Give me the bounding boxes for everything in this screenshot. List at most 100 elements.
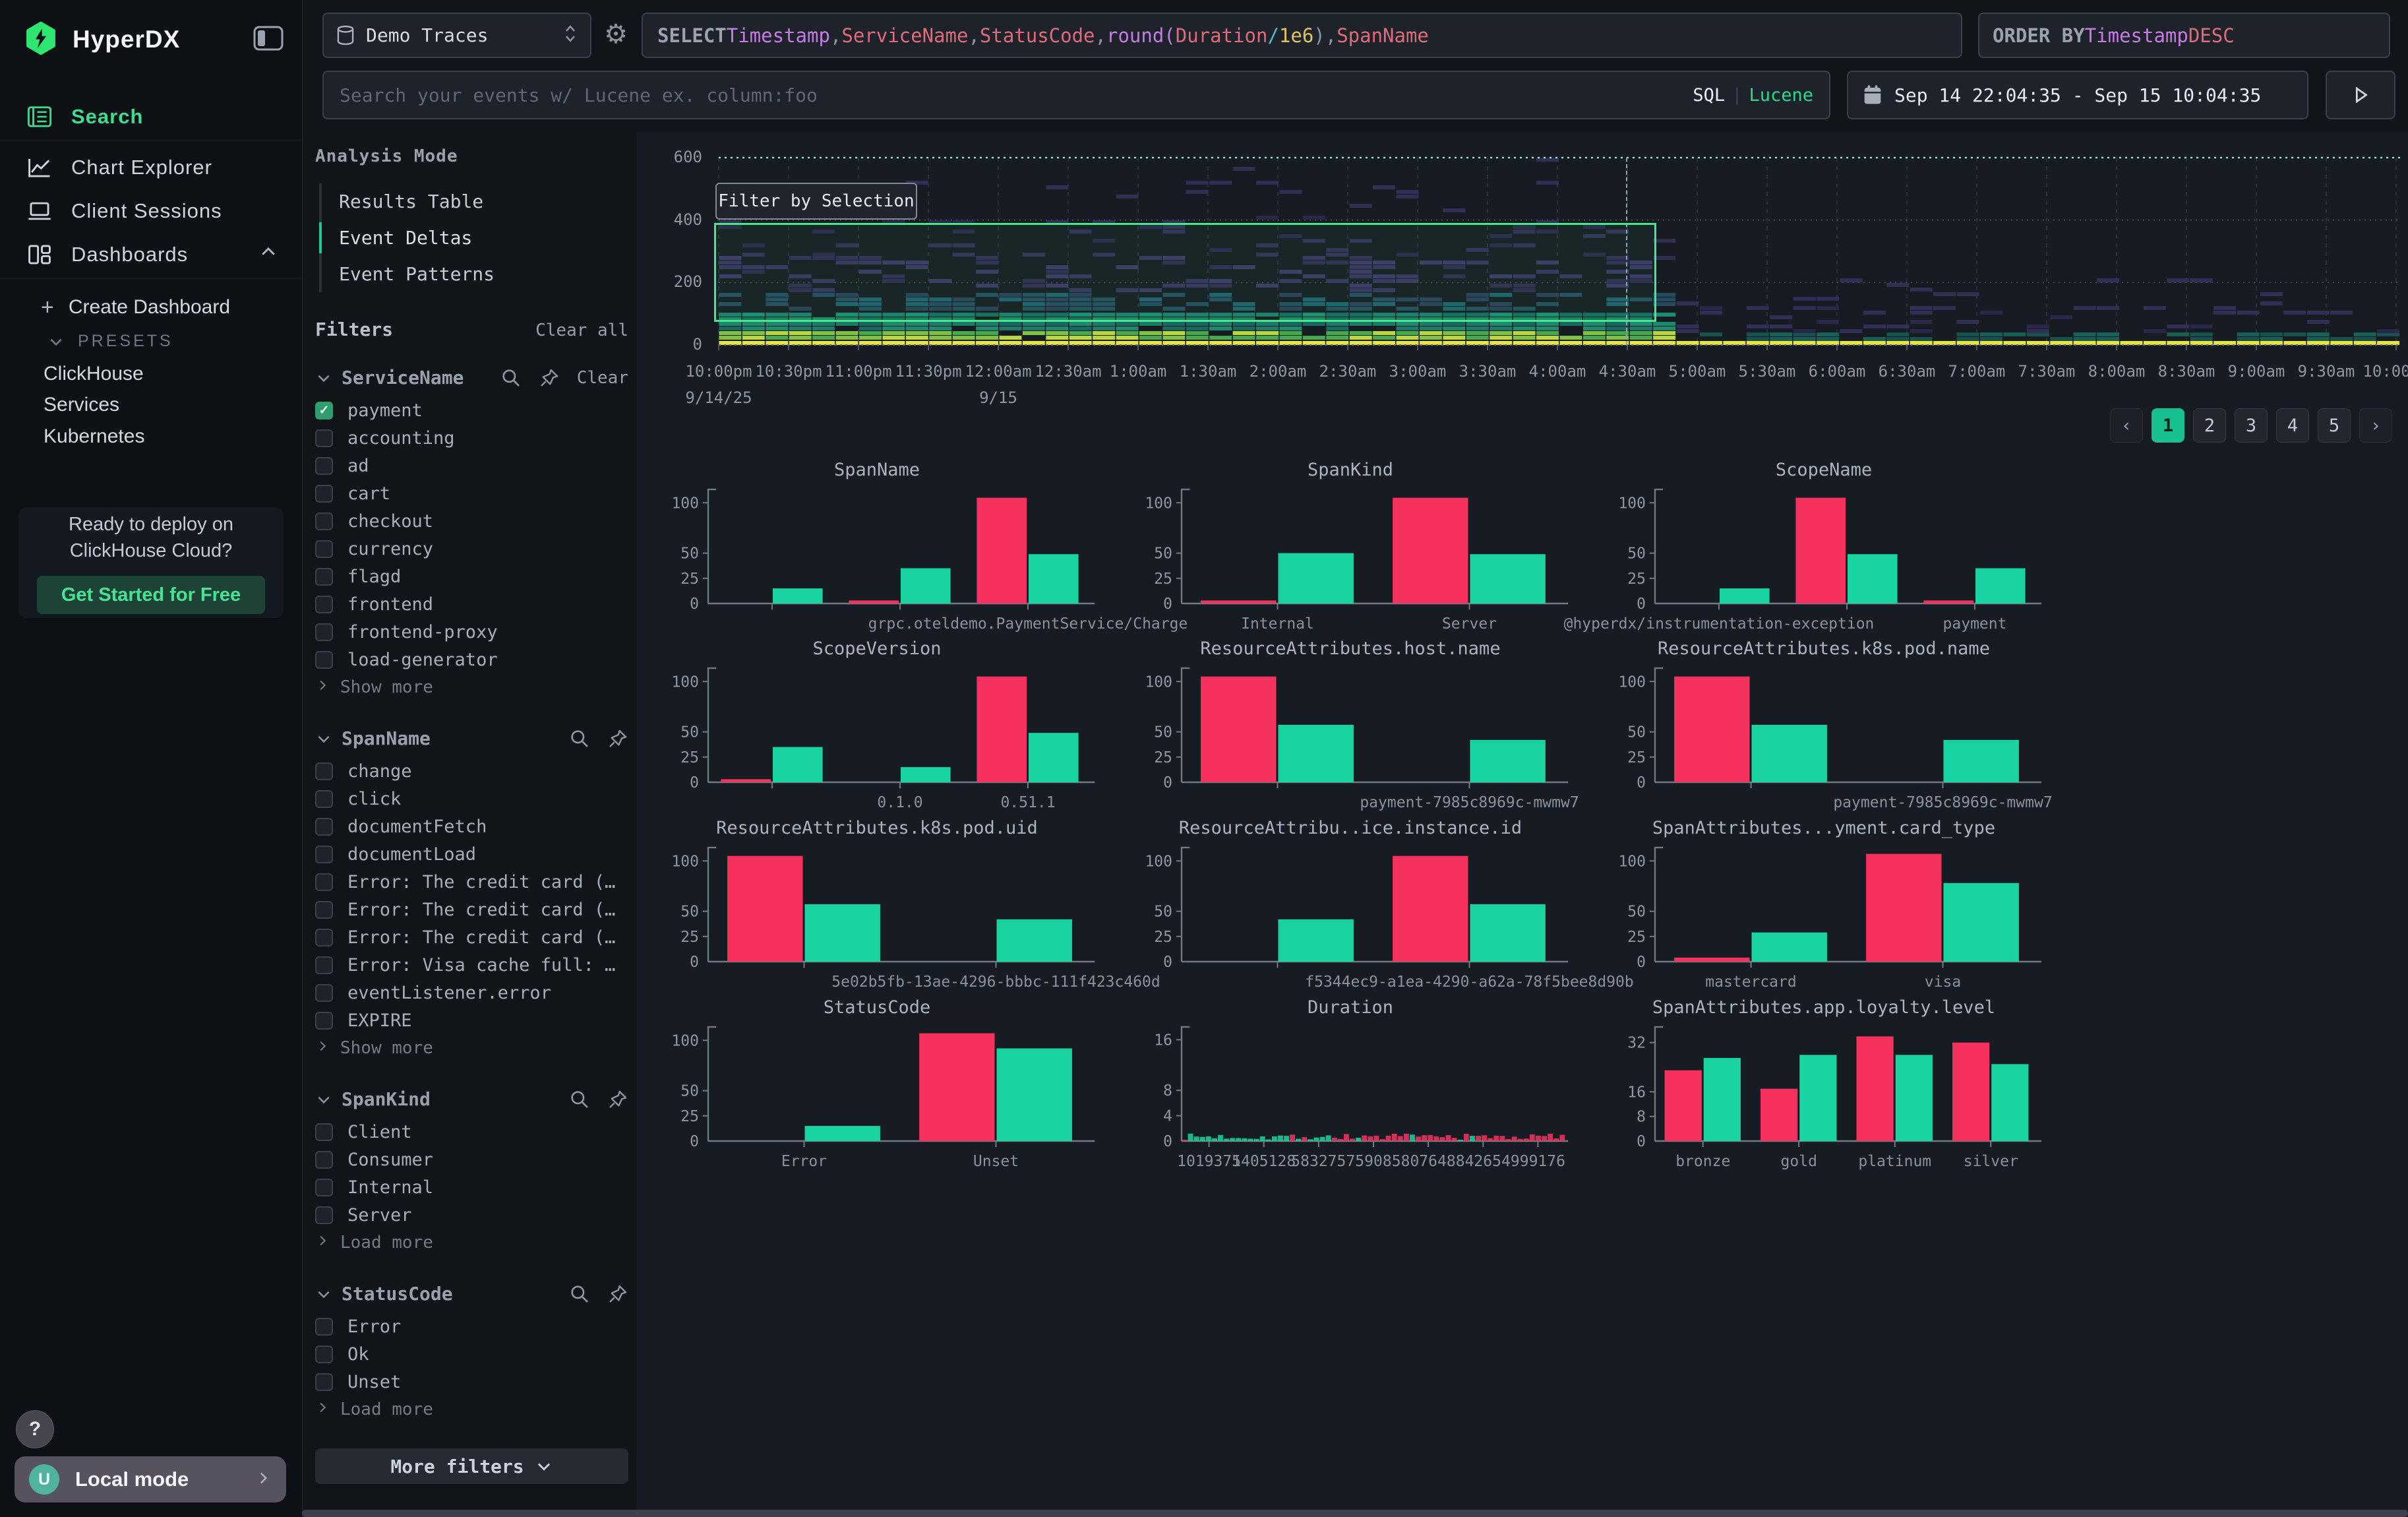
- filter-option-documentfetch[interactable]: documentFetch: [315, 813, 628, 840]
- chart-plot[interactable]: 02550100payment-7985c8969c-mwmw7: [1606, 665, 2041, 814]
- analysis-mode-event-patterns[interactable]: Event Patterns: [322, 256, 628, 292]
- filter-option-error-the-credit-card-[interactable]: Error: The credit card (…: [315, 896, 628, 923]
- checkbox-unchecked[interactable]: [315, 651, 333, 669]
- more-filters-button[interactable]: More filters: [315, 1448, 628, 1484]
- checkbox-unchecked[interactable]: [315, 540, 333, 558]
- checkbox-unchecked[interactable]: [315, 846, 333, 863]
- chart-plot[interactable]: 025501005e02b5fb-13ae-4296-bbbc-111f423c…: [659, 844, 1095, 993]
- checkbox-unchecked[interactable]: [315, 568, 333, 586]
- filter-option-error[interactable]: Error: [315, 1313, 628, 1340]
- pagination-page-3[interactable]: 3: [2235, 408, 2268, 443]
- chevron-down-icon[interactable]: [315, 369, 332, 387]
- run-query-button[interactable]: [2326, 71, 2395, 119]
- sidebar-collapse-icon[interactable]: [253, 26, 284, 54]
- show-more-button[interactable]: Show more: [315, 1034, 628, 1062]
- filter-option-checkout[interactable]: checkout: [315, 507, 628, 535]
- filter-option-unset[interactable]: Unset: [315, 1368, 628, 1396]
- search-icon[interactable]: [569, 1089, 590, 1110]
- clear-filter-button[interactable]: Clear: [577, 368, 628, 388]
- load-more-button[interactable]: Load more: [315, 1229, 628, 1256]
- filter-option-cart[interactable]: cart: [315, 480, 628, 507]
- chevron-down-icon[interactable]: [315, 1091, 332, 1108]
- chart-plot[interactable]: 02550100mastercardvisa: [1606, 844, 2041, 993]
- sidebar-preset-kubernetes[interactable]: Kubernetes: [0, 421, 346, 452]
- checkbox-unchecked[interactable]: [315, 1373, 333, 1391]
- analysis-mode-event-deltas[interactable]: Event Deltas: [322, 220, 628, 256]
- filter-option-flagd[interactable]: flagd: [315, 563, 628, 590]
- filter-option-currency[interactable]: currency: [315, 535, 628, 563]
- filter-option-client[interactable]: Client: [315, 1118, 628, 1146]
- filter-option-ok[interactable]: Ok: [315, 1340, 628, 1368]
- checkbox-unchecked[interactable]: [315, 901, 333, 919]
- pin-icon[interactable]: [607, 1089, 628, 1110]
- checkbox-unchecked[interactable]: [315, 929, 333, 946]
- sidebar-item-chart-explorer[interactable]: Chart Explorer: [0, 148, 302, 187]
- source-select[interactable]: Demo Traces: [322, 13, 591, 58]
- checkbox-unchecked[interactable]: [315, 1151, 333, 1169]
- pagination-next-button[interactable]: ›: [2359, 408, 2392, 443]
- checkbox-unchecked[interactable]: [315, 429, 333, 447]
- search-icon[interactable]: [500, 367, 522, 388]
- filter-option-server[interactable]: Server: [315, 1201, 628, 1229]
- filter-option-error-the-credit-card-[interactable]: Error: The credit card (…: [315, 868, 628, 896]
- chart-plot[interactable]: 02550100payment-7985c8969c-mwmw7: [1133, 665, 1568, 814]
- filter-option-ad[interactable]: ad: [315, 452, 628, 480]
- filter-option-internal[interactable]: Internal: [315, 1173, 628, 1201]
- sidebar-item-client-sessions[interactable]: Client Sessions: [0, 192, 302, 230]
- language-sql-option[interactable]: SQL: [1693, 85, 1725, 106]
- checkbox-unchecked[interactable]: [315, 596, 333, 613]
- sidebar-item-search[interactable]: Search: [0, 98, 302, 136]
- pagination-page-2[interactable]: 2: [2193, 408, 2226, 443]
- pagination-page-5[interactable]: 5: [2318, 408, 2351, 443]
- checkbox-unchecked[interactable]: [315, 1346, 333, 1363]
- get-started-button[interactable]: Get Started for Free: [37, 576, 265, 614]
- language-lucene-option[interactable]: Lucene: [1749, 85, 1813, 106]
- checkbox-checked[interactable]: ✓: [315, 402, 333, 419]
- pin-icon[interactable]: [539, 367, 560, 388]
- checkbox-unchecked[interactable]: [315, 1123, 333, 1141]
- checkbox-unchecked[interactable]: [315, 623, 333, 641]
- chart-plot[interactable]: 02550100ErrorUnset: [659, 1024, 1095, 1173]
- presets-toggle[interactable]: PRESETS: [47, 332, 173, 351]
- filter-option-eventlistener-error[interactable]: eventListener.error: [315, 979, 628, 1006]
- sidebar-preset-clickhouse[interactable]: ClickHouse: [0, 358, 346, 390]
- search-events-input[interactable]: Search your events w/ Lucene ex. column:…: [322, 71, 1830, 119]
- pin-icon[interactable]: [607, 728, 628, 749]
- filter-option-accounting[interactable]: accounting: [315, 424, 628, 452]
- checkbox-unchecked[interactable]: [315, 1318, 333, 1336]
- chart-plot[interactable]: 0481610193751405128583275759085807648842…: [1133, 1024, 1568, 1173]
- local-mode-menu[interactable]: U Local mode: [15, 1456, 286, 1502]
- pagination-page-1[interactable]: 1: [2152, 408, 2184, 443]
- load-more-button[interactable]: Load more: [315, 1396, 628, 1423]
- chart-plot[interactable]: 02550100@hyperdx/instrumentation-excepti…: [1606, 486, 2041, 635]
- chart-plot[interactable]: 02550100grpc.oteldemo.PaymentService/Cha…: [659, 486, 1095, 635]
- chart-plot[interactable]: 02550100f5344ec9-a1ea-4290-a62a-78f5bee8…: [1133, 844, 1568, 993]
- checkbox-unchecked[interactable]: [315, 956, 333, 974]
- checkbox-unchecked[interactable]: [315, 512, 333, 530]
- chevron-down-icon[interactable]: [315, 730, 332, 747]
- clear-all-filters-button[interactable]: Clear all: [535, 321, 628, 340]
- chart-plot[interactable]: 02550100InternalServer: [1133, 486, 1568, 635]
- checkbox-unchecked[interactable]: [315, 873, 333, 891]
- filter-option-consumer[interactable]: Consumer: [315, 1146, 628, 1173]
- chevron-down-icon[interactable]: [315, 1285, 332, 1303]
- analysis-mode-results-table[interactable]: Results Table: [322, 183, 628, 220]
- date-range-picker[interactable]: Sep 14 22:04:35 - Sep 15 10:04:35: [1847, 71, 2308, 119]
- filter-option-error-visa-cache-full-[interactable]: Error: Visa cache full: …: [315, 951, 628, 979]
- checkbox-unchecked[interactable]: [315, 1206, 333, 1224]
- filter-option-frontend[interactable]: frontend: [315, 590, 628, 618]
- pin-icon[interactable]: [607, 1284, 628, 1305]
- checkbox-unchecked[interactable]: [315, 485, 333, 503]
- checkbox-unchecked[interactable]: [315, 1179, 333, 1196]
- heatmap-selection-box[interactable]: [714, 223, 1656, 322]
- pagination-page-4[interactable]: 4: [2276, 408, 2309, 443]
- filter-option-documentload[interactable]: documentLoad: [315, 840, 628, 868]
- select-query-input[interactable]: SELECT Timestamp, ServiceName, StatusCod…: [642, 13, 1962, 58]
- filter-option-error-the-credit-card-[interactable]: Error: The credit card (…: [315, 923, 628, 951]
- horizontal-scrollbar[interactable]: [302, 1510, 2408, 1517]
- checkbox-unchecked[interactable]: [315, 457, 333, 475]
- sidebar-preset-services[interactable]: Services: [0, 389, 346, 421]
- search-icon[interactable]: [569, 1284, 590, 1305]
- checkbox-unchecked[interactable]: [315, 984, 333, 1002]
- help-button[interactable]: ?: [16, 1410, 54, 1448]
